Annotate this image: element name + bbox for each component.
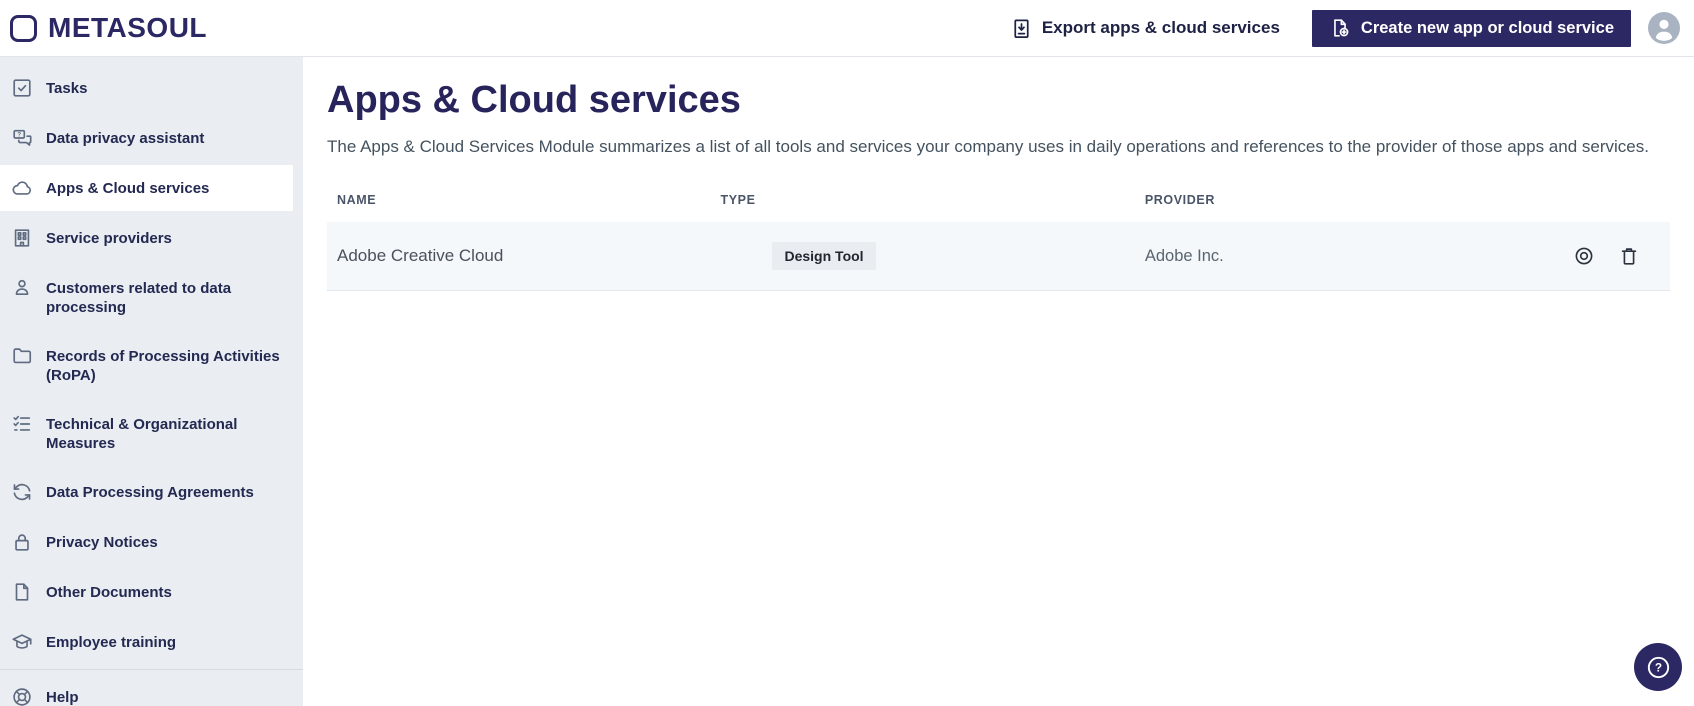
create-app-button[interactable]: Create new app or cloud service	[1311, 9, 1631, 47]
main-content: Apps & Cloud services The Apps & Cloud S…	[303, 57, 1694, 706]
question-mark-icon: ?	[1645, 654, 1672, 681]
view-eye-icon[interactable]	[1573, 245, 1595, 267]
sidebar-item-employee-training[interactable]: Employee training	[0, 619, 303, 665]
brand-name: METASOUL	[48, 12, 208, 43]
sidebar-item-privacy-notices[interactable]: Privacy Notices	[0, 519, 303, 565]
sidebar-item-records-of-processing-activities-ropa[interactable]: Records of Processing Activities (RoPA)	[0, 333, 303, 397]
sidebar-item-help[interactable]: Help	[0, 670, 303, 706]
sidebar-item-service-providers[interactable]: Service providers	[0, 215, 303, 261]
tasks-checkbox-icon	[11, 77, 33, 99]
sidebar-item-apps-cloud-services[interactable]: Apps & Cloud services	[0, 165, 293, 211]
sidebar-item-customers-related-to-data-processing[interactable]: Customers related to data processing	[0, 265, 303, 329]
file-plus-icon	[1329, 17, 1351, 39]
sidebar-item-data-privacy-assistant[interactable]: ? Data privacy assistant	[0, 115, 303, 161]
svg-text:?: ?	[17, 132, 21, 139]
svg-text:?: ?	[1654, 660, 1661, 674]
folder-icon	[11, 345, 33, 367]
brand-logo: METASOUL	[10, 12, 207, 44]
help-floating-button[interactable]: ?	[1634, 643, 1682, 691]
chat-question-icon: ?	[11, 127, 33, 149]
sidebar-item-tasks[interactable]: Tasks	[0, 65, 303, 111]
top-bar: METASOUL Export apps & cloud services Cr…	[0, 0, 1694, 57]
person-icon	[11, 277, 33, 299]
sidebar-item-technical-organizational-measures[interactable]: Technical & Organizational Measures	[0, 401, 303, 465]
column-header-type: TYPE	[720, 193, 756, 207]
app-name: Adobe Creative Cloud	[337, 246, 504, 265]
table-row: Adobe Creative Cloud Design Tool Adobe I…	[327, 222, 1670, 291]
type-badge: Design Tool	[772, 242, 876, 270]
column-header-provider: PROVIDER	[1144, 193, 1215, 207]
export-document-icon	[1010, 17, 1033, 40]
cloud-icon	[11, 177, 33, 199]
graduation-cap-icon	[11, 631, 33, 653]
checklist-icon	[11, 413, 33, 435]
document-icon	[11, 581, 33, 603]
table-body: Adobe Creative Cloud Design Tool Adobe I…	[327, 222, 1670, 291]
rounded-square-logo-icon	[10, 14, 37, 42]
table-header: NAME TYPE PROVIDER	[327, 193, 1670, 222]
column-header-name: NAME	[337, 193, 377, 207]
building-icon	[11, 227, 33, 249]
delete-trash-icon[interactable]	[1618, 245, 1640, 267]
user-avatar-button[interactable]	[1648, 12, 1680, 44]
sidebar: Tasks ? Data privacy assistant Apps & Cl…	[0, 57, 303, 706]
export-apps-button[interactable]: Export apps & cloud services	[1010, 17, 1280, 40]
lock-icon	[11, 531, 33, 553]
sidebar-item-other-documents[interactable]: Other Documents	[0, 569, 303, 615]
lifebuoy-icon	[11, 686, 33, 706]
export-apps-button-label: Export apps & cloud services	[1041, 18, 1280, 37]
page-title: Apps & Cloud services	[327, 79, 741, 121]
sidebar-nav: Tasks ? Data privacy assistant Apps & Cl…	[0, 65, 303, 669]
column-header-actions	[1507, 193, 1670, 207]
sidebar-footer: Help	[0, 670, 303, 706]
sidebar-item-data-processing-agreements[interactable]: Data Processing Agreements	[0, 469, 303, 515]
page-description: The Apps & Cloud Services Module summari…	[327, 137, 1649, 156]
create-app-button-label: Create new app or cloud service	[1360, 18, 1614, 37]
sync-arrows-icon	[11, 481, 33, 503]
user-avatar-icon	[1648, 12, 1680, 44]
provider-name: Adobe Inc.	[1144, 246, 1224, 265]
